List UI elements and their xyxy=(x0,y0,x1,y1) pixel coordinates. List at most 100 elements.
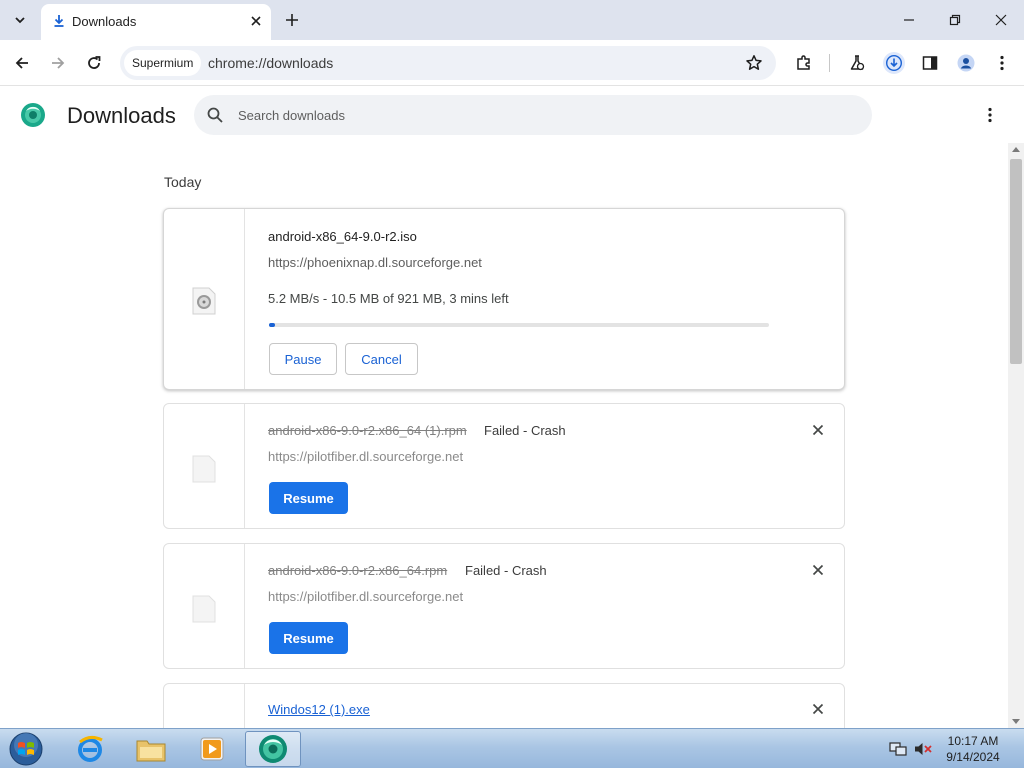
search-box[interactable] xyxy=(194,95,872,135)
close-icon xyxy=(812,703,824,715)
pause-button[interactable]: Pause xyxy=(269,343,337,375)
scroll-down-arrow-icon[interactable] xyxy=(1012,719,1020,724)
download-source-url[interactable]: https://pilotfiber.dl.sourceforge.net xyxy=(268,449,463,464)
download-icon xyxy=(54,15,64,27)
network-tray-icon[interactable] xyxy=(889,740,907,758)
download-item: android-x86_64-9.0-r2.iso https://phoeni… xyxy=(163,208,845,390)
reload-button[interactable] xyxy=(83,52,105,74)
close-window-button[interactable] xyxy=(990,9,1012,31)
file-icon-column xyxy=(164,209,245,389)
remove-download-button[interactable] xyxy=(809,421,827,439)
clock-time: 10:17 AM xyxy=(947,734,999,748)
close-icon xyxy=(812,564,824,576)
reload-icon xyxy=(88,56,101,69)
download-progress-text: 5.2 MB/s - 10.5 MB of 921 MB, 3 mins lef… xyxy=(268,291,509,306)
close-icon xyxy=(251,16,261,26)
volume-tray-icon[interactable] xyxy=(914,740,932,758)
file-icon xyxy=(192,595,216,623)
file-icon-column xyxy=(164,544,245,668)
avatar-icon xyxy=(957,54,975,72)
restore-icon xyxy=(949,14,961,26)
search-input[interactable] xyxy=(238,95,838,135)
forward-button[interactable] xyxy=(47,52,69,74)
taskbar-file-explorer[interactable] xyxy=(123,731,179,767)
taskbar-media-player[interactable] xyxy=(184,731,240,767)
download-filename: android-x86-9.0-r2.x86_64.rpm xyxy=(268,563,448,578)
system-clock[interactable]: 10:17 AM 9/14/2024 xyxy=(938,733,1008,765)
kebab-menu-icon xyxy=(1000,55,1004,71)
address-bar[interactable]: Supermium chrome://downloads xyxy=(120,46,776,80)
media-player-icon xyxy=(200,737,224,761)
download-filename[interactable]: android-x86_64-9.0-r2.iso xyxy=(268,229,417,244)
date-header: Today xyxy=(164,174,202,190)
supermium-icon xyxy=(259,735,287,763)
restore-button[interactable] xyxy=(944,9,966,31)
toolbar-divider xyxy=(829,54,830,72)
download-progress-fill xyxy=(269,323,275,327)
downloads-header: Downloads xyxy=(0,87,1024,143)
scroll-up-arrow-icon[interactable] xyxy=(1012,147,1020,152)
side-panel-button[interactable] xyxy=(919,52,941,74)
labs-button[interactable] xyxy=(846,52,868,74)
close-icon xyxy=(995,14,1007,26)
downloads-toolbar-button[interactable] xyxy=(883,52,905,74)
minimize-icon xyxy=(904,19,914,21)
tab-search-button[interactable] xyxy=(9,9,31,31)
puzzle-icon xyxy=(797,55,810,70)
back-button[interactable] xyxy=(11,52,33,74)
new-tab-button[interactable] xyxy=(282,10,302,30)
chevron-down-icon xyxy=(15,17,25,24)
minimize-button[interactable] xyxy=(898,9,920,31)
origin-chip[interactable]: Supermium xyxy=(124,50,202,76)
folder-icon xyxy=(136,740,166,762)
download-filename: android-x86-9.0-r2.x86_64 (1).rpm xyxy=(268,423,467,438)
clock-date: 9/14/2024 xyxy=(946,750,1000,764)
download-item: android-x86-9.0-r2.x86_64.rpm Failed - C… xyxy=(163,543,845,669)
profile-button[interactable] xyxy=(955,52,977,74)
speaker-muted-icon xyxy=(915,743,932,755)
windows-start-orb-icon xyxy=(9,732,43,766)
remove-download-button[interactable] xyxy=(809,561,827,579)
page-title: Downloads xyxy=(67,103,176,128)
file-icon-column xyxy=(164,404,245,528)
network-icon xyxy=(889,742,907,756)
browser-menu-button[interactable] xyxy=(991,52,1013,74)
download-source-url[interactable]: https://phoenixnap.dl.sourceforge.net xyxy=(268,255,482,270)
tab-title: Downloads xyxy=(72,14,137,29)
download-circle-icon xyxy=(885,54,903,72)
download-progress-bar xyxy=(269,323,769,327)
bookmark-button[interactable] xyxy=(744,53,764,73)
close-icon xyxy=(812,424,824,436)
search-icon xyxy=(207,107,223,123)
download-status: Failed - Crash xyxy=(465,563,547,578)
taskbar: 10:17 AM 9/14/2024 xyxy=(0,728,1024,768)
tab-downloads[interactable]: Downloads xyxy=(41,4,271,40)
page-scrollbar[interactable] xyxy=(1008,143,1024,728)
taskbar-supermium[interactable] xyxy=(245,731,301,767)
kebab-menu-icon xyxy=(988,107,992,123)
file-icon xyxy=(192,455,216,483)
arrow-left-icon xyxy=(15,57,28,69)
tab-close-button[interactable] xyxy=(247,12,265,30)
supermium-logo-icon xyxy=(21,103,45,127)
remove-download-button[interactable] xyxy=(809,700,827,718)
disc-image-file-icon xyxy=(192,287,216,315)
download-item: android-x86-9.0-r2.x86_64 (1).rpm Failed… xyxy=(163,403,845,529)
title-bar: Downloads xyxy=(0,0,1024,40)
download-source-url[interactable]: https://pilotfiber.dl.sourceforge.net xyxy=(268,589,463,604)
plus-icon xyxy=(286,14,298,26)
more-actions-button[interactable] xyxy=(980,105,1000,125)
cancel-button[interactable]: Cancel xyxy=(345,343,418,375)
star-icon xyxy=(746,55,762,70)
resume-button[interactable]: Resume xyxy=(269,482,348,514)
url-text[interactable]: chrome://downloads xyxy=(208,55,333,71)
internet-explorer-icon xyxy=(78,735,103,762)
scroll-thumb[interactable] xyxy=(1010,159,1022,364)
taskbar-internet-explorer[interactable] xyxy=(62,731,118,767)
resume-button[interactable]: Resume xyxy=(269,622,348,654)
browser-toolbar: Supermium chrome://downloads xyxy=(0,40,1024,86)
start-button[interactable] xyxy=(6,730,46,768)
download-status: Failed - Crash xyxy=(484,423,566,438)
download-filename-link[interactable]: Windos12 (1).exe xyxy=(268,702,370,717)
extensions-button[interactable] xyxy=(793,52,815,74)
